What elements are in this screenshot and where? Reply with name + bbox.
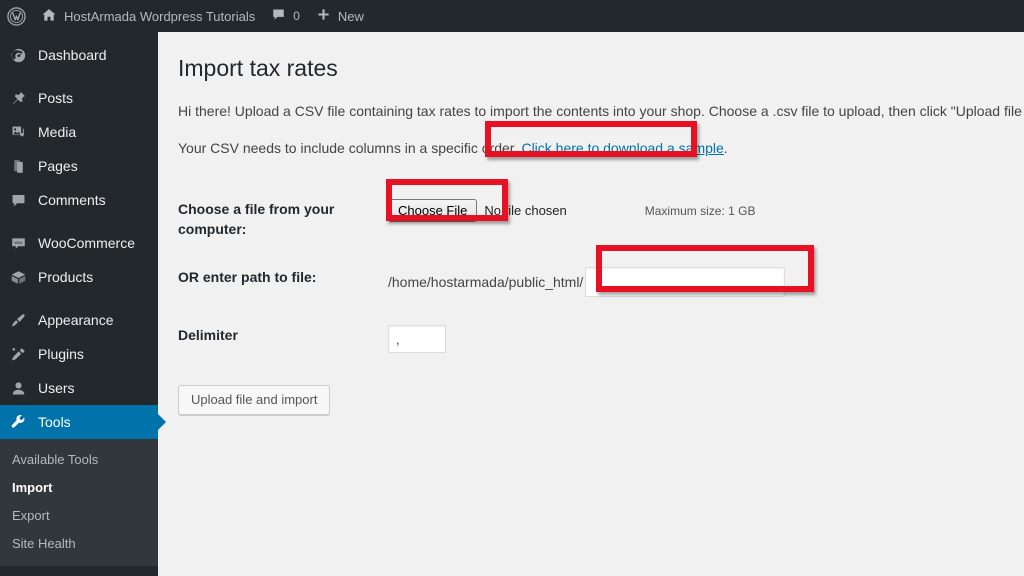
sidebar-item-label: Dashboard	[38, 38, 107, 72]
file-upload-row: Choose a file from your computer: Choose…	[178, 185, 795, 253]
site-name-menu[interactable]: HostArmada Wordpress Tutorials	[33, 0, 263, 32]
pages-icon	[10, 158, 38, 175]
new-content-menu[interactable]: New	[308, 0, 372, 32]
no-file-chosen-text: No file chosen	[477, 201, 566, 221]
sidebar-item-appearance[interactable]: Appearance	[0, 303, 158, 337]
submit-row: Upload file and import	[178, 367, 1024, 415]
comment-bubble-icon	[271, 7, 286, 25]
sidebar-item-label: Posts	[38, 81, 73, 115]
sidebar-subitem-available-tools[interactable]: Available Tools	[0, 446, 158, 474]
delimiter-input[interactable]	[388, 325, 446, 353]
woocommerce-icon: woo	[10, 235, 38, 252]
wordpress-logo-icon[interactable]	[0, 0, 33, 32]
import-form-table: Choose a file from your computer: Choose…	[178, 185, 795, 367]
admin-sidebar-menu: Dashboard Posts Media Pages Commen	[0, 32, 158, 576]
sidebar-item-label: Tools	[38, 405, 71, 439]
sidebar-item-dashboard[interactable]: Dashboard	[0, 38, 158, 72]
sidebar-item-woocommerce[interactable]: woo WooCommerce	[0, 226, 158, 260]
sidebar-item-label: Pages	[38, 149, 78, 183]
home-icon	[41, 7, 57, 26]
delimiter-label: Delimiter	[178, 311, 388, 367]
sidebar-subitem-import[interactable]: Import	[0, 474, 158, 502]
sidebar-item-posts[interactable]: Posts	[0, 81, 158, 115]
menu-separator	[0, 217, 158, 226]
menu-separator	[0, 72, 158, 81]
sidebar-item-label: Appearance	[38, 303, 114, 337]
menu-separator	[0, 294, 158, 303]
csv-note-paragraph: Your CSV needs to include columns in a s…	[178, 138, 1024, 159]
sidebar-item-label: WooCommerce	[38, 226, 135, 260]
comments-count: 0	[293, 9, 300, 23]
delimiter-field-cell	[388, 311, 795, 367]
media-icon	[10, 124, 38, 141]
sidebar-item-label: Media	[38, 115, 76, 149]
svg-text:woo: woo	[15, 240, 23, 245]
file-path-input[interactable]	[585, 267, 785, 297]
file-upload-field-cell: Choose File No file chosen Maximum size:…	[388, 185, 795, 253]
sidebar-item-products[interactable]: Products	[0, 260, 158, 294]
wordpress-admin-screen: HostArmada Wordpress Tutorials 0 New	[0, 0, 1024, 576]
sidebar-subitem-site-health[interactable]: Site Health	[0, 530, 158, 558]
sidebar-item-label: Users	[38, 371, 75, 405]
comment-bubble-icon	[10, 192, 38, 209]
sidebar-item-comments[interactable]: Comments	[0, 183, 158, 217]
file-path-field-cell: /home/hostarmada/public_html/	[388, 253, 795, 311]
download-sample-link[interactable]: Click here to download a sample	[521, 140, 723, 156]
dashboard-icon	[10, 47, 38, 64]
pin-icon	[10, 90, 38, 107]
path-prefix-text: /home/hostarmada/public_html/	[388, 272, 583, 292]
paintbrush-icon	[10, 312, 38, 329]
sidebar-item-pages[interactable]: Pages	[0, 149, 158, 183]
sidebar-item-label: Plugins	[38, 337, 84, 371]
path-input-wrapper: /home/hostarmada/public_html/	[388, 267, 785, 297]
wrench-icon	[10, 414, 38, 431]
main-content-area: Import tax rates Hi there! Upload a CSV …	[158, 32, 1024, 576]
sidebar-item-tools[interactable]: Tools	[0, 405, 158, 439]
user-icon	[10, 380, 38, 397]
comments-menu[interactable]: 0	[263, 0, 308, 32]
sidebar-item-media[interactable]: Media	[0, 115, 158, 149]
max-size-text: Maximum size: 1 GB	[567, 201, 756, 221]
choose-file-button[interactable]: Choose File	[388, 199, 477, 222]
sidebar-item-users[interactable]: Users	[0, 371, 158, 405]
delimiter-row: Delimiter	[178, 311, 795, 367]
csv-note-text: Your CSV needs to include columns in a s…	[178, 140, 518, 156]
admin-bar: HostArmada Wordpress Tutorials 0 New	[0, 0, 1024, 32]
upload-and-import-button[interactable]: Upload file and import	[178, 385, 330, 415]
sidebar-item-label: Products	[38, 260, 93, 294]
tools-submenu: Available Tools Import Export Site Healt…	[0, 439, 158, 566]
sidebar-item-label: Comments	[38, 183, 106, 217]
site-name-label: HostArmada Wordpress Tutorials	[64, 9, 255, 24]
sidebar-item-plugins[interactable]: Plugins	[0, 337, 158, 371]
intro-paragraph: Hi there! Upload a CSV file containing t…	[178, 101, 1024, 122]
file-upload-label: Choose a file from your computer:	[178, 185, 388, 253]
sidebar-subitem-export[interactable]: Export	[0, 502, 158, 530]
plus-icon	[316, 7, 331, 25]
file-path-label: OR enter path to file:	[178, 253, 388, 311]
page-title: Import tax rates	[178, 54, 1024, 83]
new-content-label: New	[338, 9, 364, 24]
plug-icon	[10, 346, 38, 363]
file-path-row: OR enter path to file: /home/hostarmada/…	[178, 253, 795, 311]
csv-note-suffix: .	[724, 140, 728, 156]
file-input-wrapper[interactable]: Choose File No file chosen Maximum size:…	[388, 199, 785, 222]
products-box-icon	[10, 269, 38, 286]
